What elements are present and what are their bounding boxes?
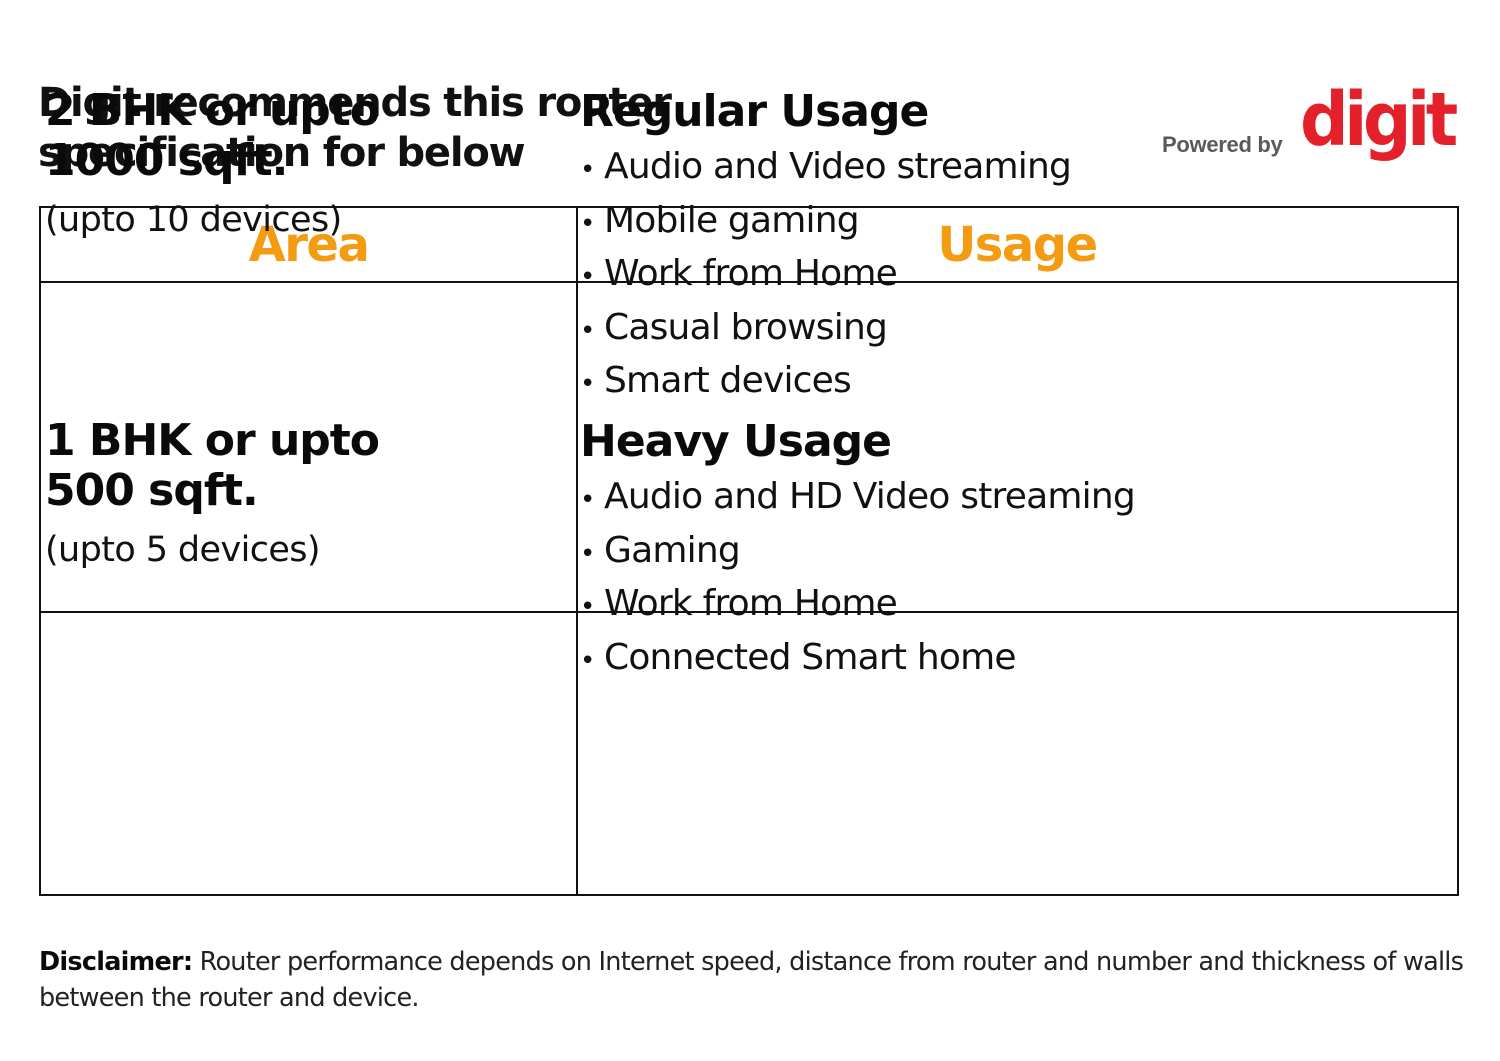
bullet-icon: •: [580, 262, 595, 292]
usage-item-label: Casual browsing: [604, 306, 888, 348]
usage-item-label: Work from Home: [604, 583, 898, 624]
device-count: (upto 10 devices): [45, 200, 342, 240]
usage-item-label: Audio and HD Video streaming: [604, 476, 1136, 517]
area-title: 2 BHK or upto 1000 sqft.: [45, 86, 515, 186]
usage-cell: Regular Usage • Audio and Video streaming…: [580, 86, 1400, 410]
disclaimer-label: Disclaimer:: [39, 946, 193, 977]
usage-item: • Gaming: [580, 526, 1400, 580]
usage-item: • Audio and HD Video streaming: [580, 472, 1400, 526]
usage-item: • Work from Home: [580, 249, 1400, 303]
usage-item-label: Smart devices: [604, 360, 852, 401]
usage-item: • Casual browsing: [580, 303, 1400, 357]
usage-cell: Heavy Usage • Audio and HD Video streamin…: [580, 416, 1400, 686]
usage-title: Regular Usage: [580, 86, 929, 137]
usage-item: • Mobile gaming: [580, 196, 1400, 250]
bullet-icon: •: [580, 645, 595, 676]
area-cell: 2 BHK or upto 1000 sqft. (upto 10 device…: [45, 86, 515, 241]
usage-list: • Audio and Video streaming • Mobile gamin…: [580, 142, 1400, 410]
area-title-line: 2 BHK or upto: [45, 85, 380, 136]
bullet-icon: •: [580, 538, 595, 569]
usage-item-label: Connected Smart home: [604, 636, 1017, 678]
usage-item: • Audio and Video streaming: [580, 142, 1400, 196]
usage-item: • Connected Smart home: [580, 633, 1400, 687]
bullet-icon: •: [580, 485, 595, 515]
area-title-line: 1000 sqft.: [45, 135, 288, 186]
bullet-icon: •: [580, 592, 595, 622]
usage-title: Heavy Usage: [580, 416, 892, 467]
device-count: (upto 5 devices): [45, 530, 321, 570]
usage-item-label: Audio and Video streaming: [604, 146, 1072, 187]
bullet-icon: •: [580, 369, 595, 399]
area-title-line: 1 BHK or upto: [45, 415, 380, 466]
bullet-icon: •: [580, 208, 595, 239]
area-cell: 1 BHK or upto 500 sqft. (upto 5 devices): [45, 416, 515, 571]
usage-item-label: Gaming: [604, 529, 741, 571]
usage-list: • Audio and HD Video streaming • Gaming • W…: [580, 472, 1400, 686]
column-divider: [576, 208, 578, 894]
bullet-icon: •: [580, 155, 595, 185]
usage-item: • Work from Home: [580, 579, 1400, 633]
disclaimer: Disclaimer: Router performance depends o…: [39, 944, 1469, 1016]
disclaimer-text: Router performance depends on Internet s…: [39, 946, 1464, 1013]
bullet-icon: •: [580, 315, 595, 346]
area-title-line: 500 sqft.: [45, 465, 259, 516]
area-title: 1 BHK or upto 500 sqft.: [45, 416, 515, 516]
usage-item: • Smart devices: [580, 356, 1400, 410]
usage-item-label: Work from Home: [604, 253, 898, 294]
usage-item-label: Mobile gaming: [604, 199, 860, 241]
